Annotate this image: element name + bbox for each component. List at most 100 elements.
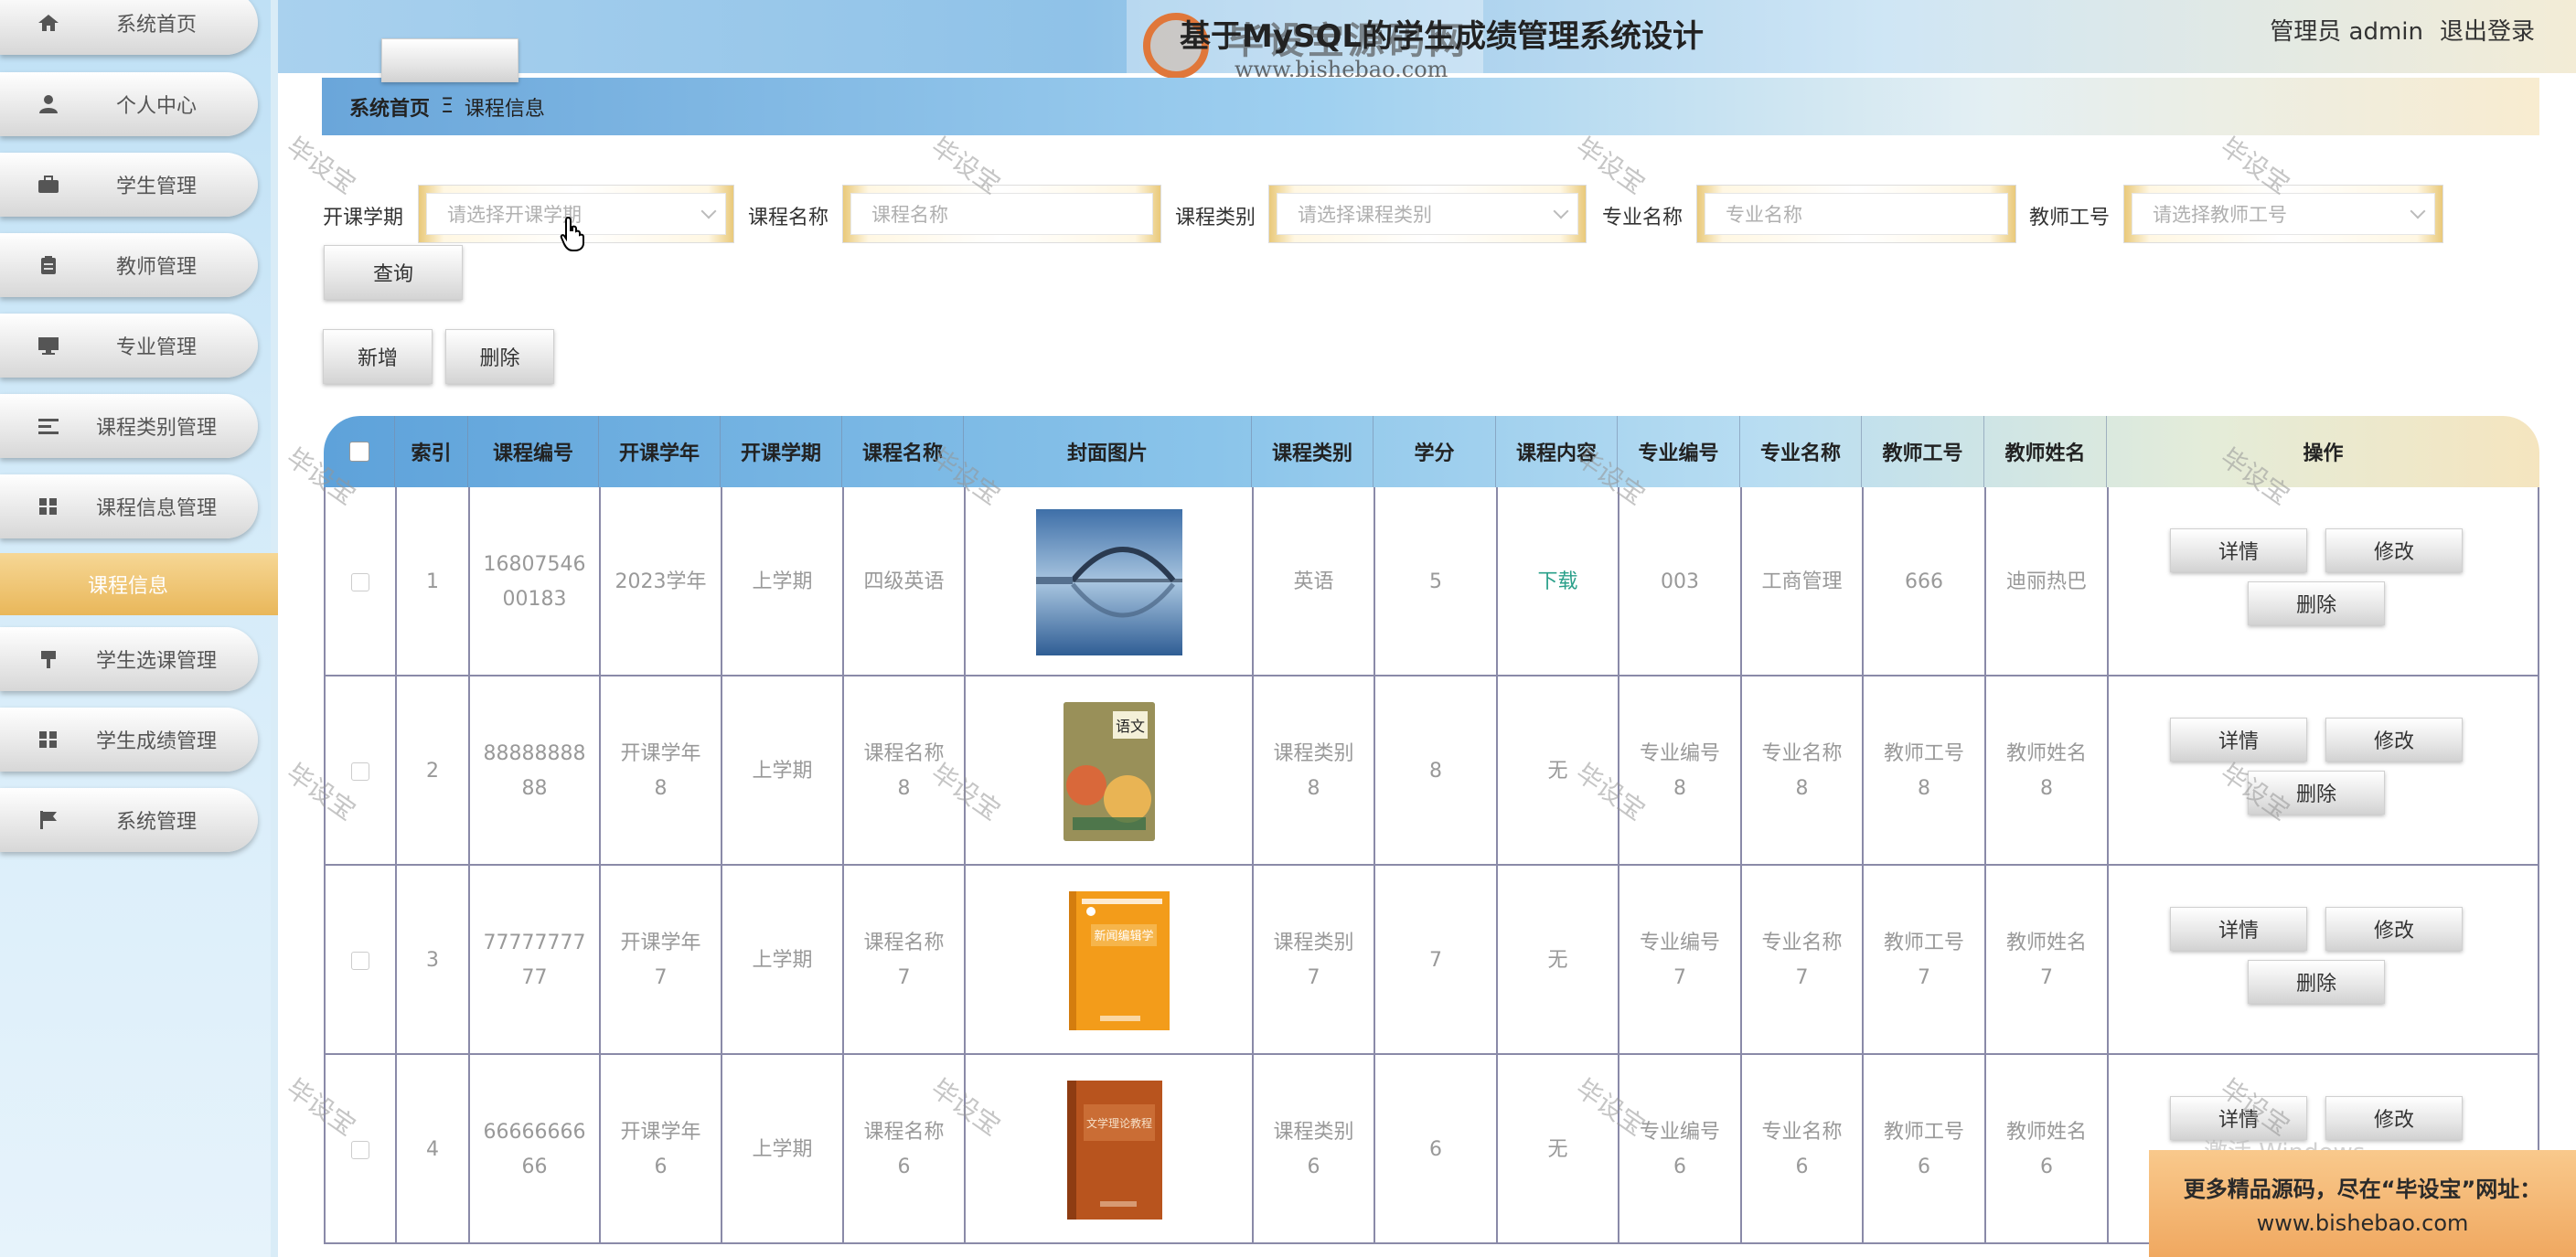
teacher-name-line-2: 6 <box>2039 1155 2053 1178</box>
sidebar-item-label: 系统首页 <box>115 14 197 37</box>
sidebar-item-course-selection[interactable]: 学生选课管理 <box>0 627 258 691</box>
logout-link[interactable]: 退出登录 <box>2440 18 2535 46</box>
column-header: 索引 <box>395 416 468 487</box>
query-button[interactable]: 查询 <box>324 245 463 300</box>
journalism-book-cover: 新闻编辑学 <box>1068 890 1170 1030</box>
major-name-input[interactable]: 专业名称 <box>1696 185 2016 243</box>
major-no-line-2: 8 <box>1673 776 1686 800</box>
edit-button[interactable]: 修改 <box>2325 718 2463 762</box>
cell-index: 4 <box>397 1055 470 1244</box>
major-name-text: 工商管理 <box>1761 570 1843 593</box>
column-header: 课程编号 <box>468 416 599 487</box>
course-type-select[interactable]: 请选择课程类别 <box>1268 185 1587 243</box>
column-header: 操作 <box>2303 442 2344 465</box>
teacher-name-line-1: 教师姓名 <box>2005 741 2087 765</box>
cell-credit: 6 <box>1375 1055 1498 1244</box>
course-no-line-2: 88 <box>521 776 548 800</box>
sidebar-item-label: 课程信息管理 <box>95 497 217 520</box>
add-button[interactable]: 新增 <box>323 329 433 384</box>
sidebar-item-label: 学生管理 <box>115 176 197 198</box>
cell-teacher-no: 教师工号 8 <box>1864 676 1986 866</box>
cell-major-no: 003 <box>1619 487 1742 676</box>
row-checkbox[interactable] <box>351 762 369 781</box>
delete-button[interactable]: 删除 <box>2248 581 2385 625</box>
sidebar-item-grades[interactable]: 学生成绩管理 <box>0 708 258 772</box>
cell-course-type: 课程类别 8 <box>1254 676 1375 866</box>
sidebar-item-students[interactable]: 学生管理 <box>0 153 258 217</box>
sidebar-item-label: 学生选课管理 <box>95 650 217 673</box>
term-text: 上学期 <box>752 570 813 593</box>
cell-term: 上学期 <box>722 487 844 676</box>
sidebar-item-label: 课程类别管理 <box>95 417 217 440</box>
sidebar-item-teachers[interactable]: 教师管理 <box>0 233 258 297</box>
major-name-line-1: 专业名称 <box>1761 931 1843 954</box>
cell-cover: 文学理论教程 <box>966 1055 1254 1244</box>
detail-button[interactable]: 详情 <box>2170 718 2307 762</box>
major-name-line-2: 6 <box>1795 1155 1809 1178</box>
chinese-textbook-cover: 语文 <box>1063 701 1155 841</box>
cell-teacher-name: 教师姓名 8 <box>1986 676 2109 866</box>
sidebar-item-course-info[interactable]: 课程信息管理 <box>0 474 258 538</box>
course-name-input[interactable]: 课程名称 <box>842 185 1161 243</box>
credit-text: 7 <box>1429 948 1442 972</box>
column-header: 教师工号 <box>1862 416 1984 487</box>
row-select-cell <box>326 487 397 676</box>
cell-credit: 5 <box>1375 487 1498 676</box>
cell-major-no: 专业编号 6 <box>1619 1055 1742 1244</box>
row-checkbox[interactable] <box>351 951 369 970</box>
course-name-text: 四级英语 <box>863 570 945 593</box>
download-link[interactable]: 下载 <box>1537 565 1577 600</box>
course-type-line-2: 7 <box>1307 965 1320 989</box>
bulk-delete-button[interactable]: 删除 <box>445 329 554 384</box>
delete-button[interactable]: 删除 <box>2248 960 2385 1004</box>
column-header: 专业编号 <box>1618 416 1740 487</box>
index-text: 1 <box>426 570 439 593</box>
teacher-no-select[interactable]: 请选择教师工号 <box>2123 185 2443 243</box>
row-checkbox[interactable] <box>351 1140 369 1159</box>
detail-button[interactable]: 详情 <box>2170 907 2307 951</box>
course-no-line-1: 77777777 <box>483 931 586 954</box>
teacher-no-line-2: 6 <box>1917 1155 1930 1178</box>
sidebar-subitem-course-info[interactable]: 课程信息 <box>0 553 278 615</box>
term-text: 上学期 <box>752 1137 813 1161</box>
edit-button[interactable]: 修改 <box>2325 528 2463 572</box>
sidebar-item-profile[interactable]: 个人中心 <box>0 72 258 136</box>
promo-banner[interactable]: 更多精品源码，尽在“毕设宝”网址： www.bishebao.com <box>2149 1150 2576 1257</box>
term-text: 上学期 <box>752 759 813 783</box>
sidebar-item-label: 个人中心 <box>115 95 197 118</box>
sidebar-item-system[interactable]: 系统管理 <box>0 788 258 852</box>
year-line-2: 8 <box>654 776 668 800</box>
select-all-checkbox[interactable] <box>348 442 369 462</box>
cell-year: 2023学年 <box>601 487 722 676</box>
year-line-1: 开课学年 <box>620 931 701 954</box>
cell-teacher-no: 教师工号 7 <box>1864 866 1986 1055</box>
cell-course-no: 66666666 66 <box>470 1055 601 1244</box>
cell-content: 无 <box>1498 676 1619 866</box>
row-checkbox[interactable] <box>351 572 369 591</box>
breadcrumb-home[interactable]: 系统首页 <box>349 92 430 122</box>
credit-text: 8 <box>1429 759 1442 783</box>
cell-content: 下载 <box>1498 487 1619 676</box>
sidebar-item-course-types[interactable]: 课程类别管理 <box>0 394 258 458</box>
detail-button[interactable]: 详情 <box>2170 528 2307 572</box>
major-no-line-1: 专业编号 <box>1639 1120 1720 1144</box>
teacher-no-text: 666 <box>1905 570 1943 593</box>
column-header: 学分 <box>1374 416 1496 487</box>
course-type-line-1: 课程类别 <box>1273 741 1354 765</box>
cell-course-type: 课程类别 6 <box>1254 1055 1375 1244</box>
edit-button[interactable]: 修改 <box>2325 907 2463 951</box>
cell-teacher-no: 教师工号 6 <box>1864 1055 1986 1244</box>
sidebar-item-majors[interactable]: 专业管理 <box>0 314 258 378</box>
cell-teacher-name: 教师姓名 6 <box>1986 1055 2109 1244</box>
course-type-label: 课程类别 <box>1175 207 1256 229</box>
delete-button[interactable]: 删除 <box>2248 771 2385 815</box>
cell-index: 2 <box>397 676 470 866</box>
course-type-placeholder: 请选择课程类别 <box>1298 204 1432 226</box>
table-row: 2 88888888 88 开课学年 8 上学期 课程名称 8 语文 课程类别 8 8 … <box>324 676 2539 866</box>
teacher-no-line-1: 教师工号 <box>1883 741 1964 765</box>
cell-teacher-name: 迪丽热巴 <box>1986 487 2109 676</box>
major-no-line-2: 7 <box>1673 965 1686 989</box>
sidebar-item-home[interactable]: 系统首页 <box>0 0 258 55</box>
cell-major-name: 专业名称 8 <box>1742 676 1864 866</box>
column-header: 课程类别 <box>1252 416 1374 487</box>
